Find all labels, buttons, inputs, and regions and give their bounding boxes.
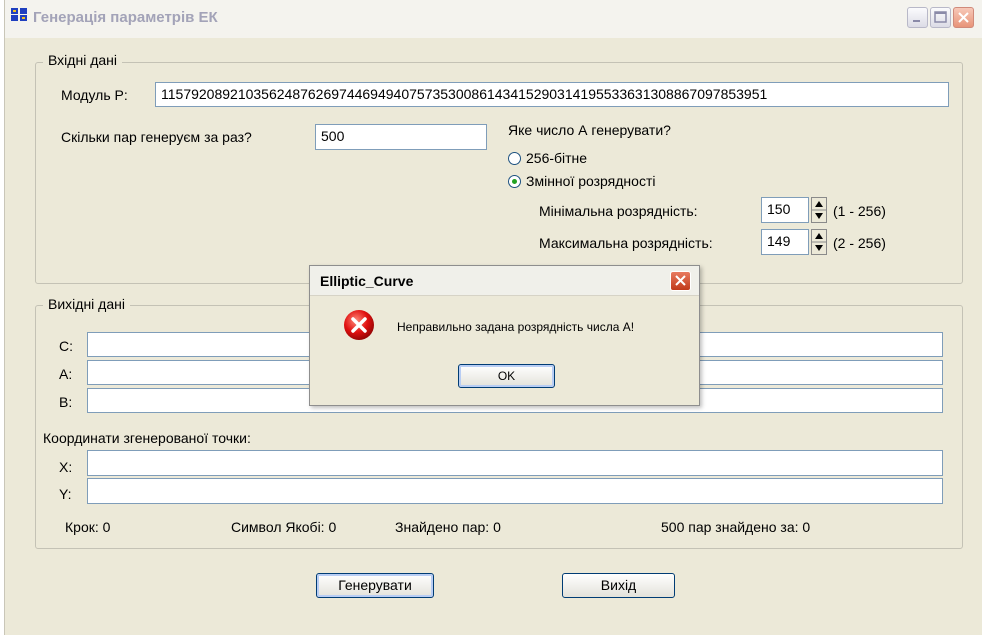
dialog-title: Elliptic_Curve	[320, 273, 414, 289]
min-bits-label: Мінімальна розрядність:	[539, 203, 698, 219]
radio-256-bit-label[interactable]: 256-бітне	[526, 150, 587, 166]
max-bits-label: Максимальна розрядність:	[539, 235, 713, 251]
pairs-input[interactable]: 500	[315, 124, 487, 150]
ok-button[interactable]: OK	[458, 364, 555, 388]
app-icon	[11, 8, 27, 21]
maximize-button[interactable]	[930, 7, 951, 28]
radio-256-bit[interactable]	[508, 152, 521, 165]
x-output-field[interactable]	[87, 450, 943, 476]
radio-variable-bits-label[interactable]: Змінної розрядності	[526, 173, 655, 189]
jacobi-symbol: Символ Якобі: 0	[231, 519, 337, 535]
c-label: C:	[59, 338, 73, 354]
radio-variable-bits[interactable]	[508, 175, 521, 188]
exit-button[interactable]: Вихід	[562, 573, 675, 598]
b-label: B:	[59, 394, 73, 410]
minimize-icon	[913, 20, 920, 22]
close-icon	[675, 275, 686, 286]
coords-label: Координати згенерованої точки:	[43, 430, 251, 446]
generate-button[interactable]: Генерувати	[316, 573, 434, 598]
step-counter: Крок: 0	[65, 519, 111, 535]
min-bits-range: (1 - 256)	[833, 203, 886, 219]
y-output-field[interactable]	[87, 478, 943, 504]
output-group-legend: Вихідні дані	[43, 296, 130, 312]
close-icon	[958, 12, 969, 23]
x-label: X:	[59, 459, 73, 475]
dialog-close-button[interactable]	[670, 271, 691, 291]
a-generation-question: Яке число А генерувати?	[508, 122, 671, 138]
minimize-button[interactable]	[907, 7, 928, 28]
title-bar[interactable]: Генерація параметрів ЕК	[5, 0, 982, 38]
a-label: A:	[59, 366, 73, 382]
min-bits-input[interactable]: 150	[761, 197, 809, 223]
error-icon	[344, 310, 374, 340]
min-bits-spinner-icon[interactable]	[811, 197, 827, 223]
close-button[interactable]	[953, 7, 974, 28]
modulus-input[interactable]: 1157920892103562487626974469494075735300…	[155, 82, 949, 107]
dialog-title-bar[interactable]: Elliptic_Curve	[310, 266, 699, 296]
found-time: 500 пар знайдено за: 0	[661, 519, 811, 535]
pairs-label: Скільки пар генеруєм за раз?	[61, 129, 252, 145]
dialog-message: Неправильно задана розрядність числа А!	[397, 320, 635, 334]
modulus-label: Модуль P:	[61, 87, 128, 103]
max-bits-input[interactable]: 149	[761, 229, 809, 255]
maximize-icon	[934, 11, 947, 23]
found-pairs: Знайдено пар: 0	[395, 519, 501, 535]
max-bits-range: (2 - 256)	[833, 235, 886, 251]
error-dialog: Elliptic_Curve Неправильно задана розряд…	[309, 265, 700, 406]
y-label: Y:	[59, 486, 72, 502]
radio-selected-dot	[512, 179, 517, 184]
input-group-legend: Вхідні дані	[43, 52, 122, 68]
max-bits-spinner-icon[interactable]	[811, 229, 827, 255]
window-title: Генерація параметрів ЕК	[33, 9, 218, 26]
